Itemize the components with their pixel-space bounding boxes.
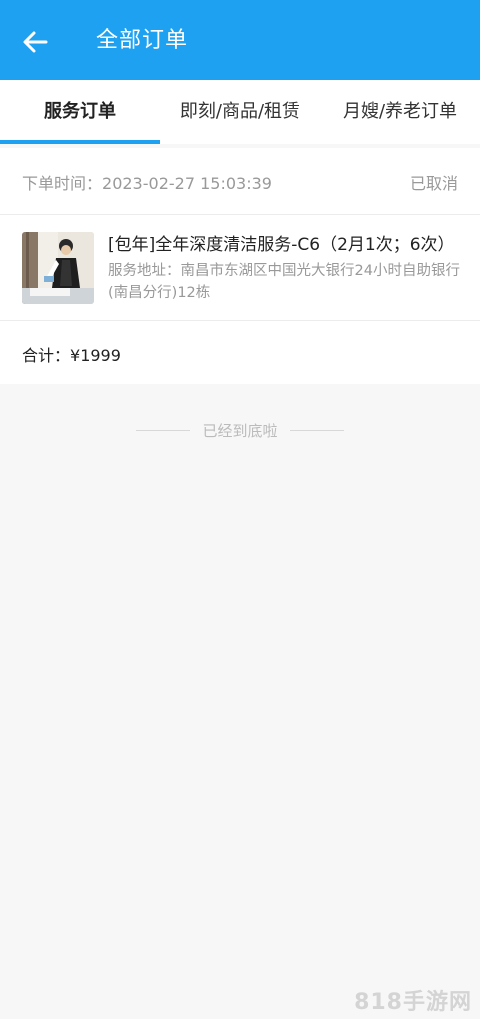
end-text: 已经到底啦: [202, 422, 278, 440]
tab-bar: 服务订单 即刻/商品/租赁 月嫂/养老订单: [0, 80, 480, 144]
divider: [0, 320, 480, 321]
end-line-right: [289, 430, 344, 431]
item-title[interactable]: [包年]全年深度清洁服务-C6（2月1次；6次）: [108, 232, 460, 258]
total-label: 合计：: [22, 346, 71, 365]
tab-indicator: [0, 140, 160, 144]
page-title: 全部订单: [96, 28, 189, 53]
watermark: 818手游网: [354, 990, 472, 1015]
divider: [0, 214, 480, 215]
order-card[interactable]: 下单时间：2023-02-27 15:03:39 已取消 [包年]全年深度清洁服…: [0, 148, 480, 384]
arrow-left-icon: [23, 31, 48, 53]
tab-nanny-elderly-orders[interactable]: 月嫂/养老订单: [320, 80, 480, 144]
order-status: 已取消: [409, 174, 458, 193]
service-address: 服务地址：南昌市东湖区中国光大银行24小时自助银行(南昌分行)12栋: [108, 260, 463, 304]
total-value: ¥1999: [70, 346, 121, 365]
end-of-list: 已经到底啦: [0, 420, 480, 441]
cleaning-worker-image: [22, 232, 94, 304]
address-label: 服务地址：: [108, 263, 181, 279]
order-total: 合计：¥1999: [22, 342, 121, 366]
end-line-left: [136, 430, 191, 431]
tab-service-orders[interactable]: 服务订单: [0, 80, 160, 144]
app-bar: 全部订单: [0, 0, 480, 80]
order-time-label: 下单时间：: [22, 174, 103, 193]
back-button[interactable]: [16, 22, 56, 62]
order-time-value: 2023-02-27 15:03:39: [102, 174, 272, 193]
order-time: 下单时间：2023-02-27 15:03:39: [22, 170, 272, 194]
product-thumbnail[interactable]: [22, 232, 94, 304]
tab-instant-goods-rental[interactable]: 即刻/商品/租赁: [160, 80, 320, 144]
